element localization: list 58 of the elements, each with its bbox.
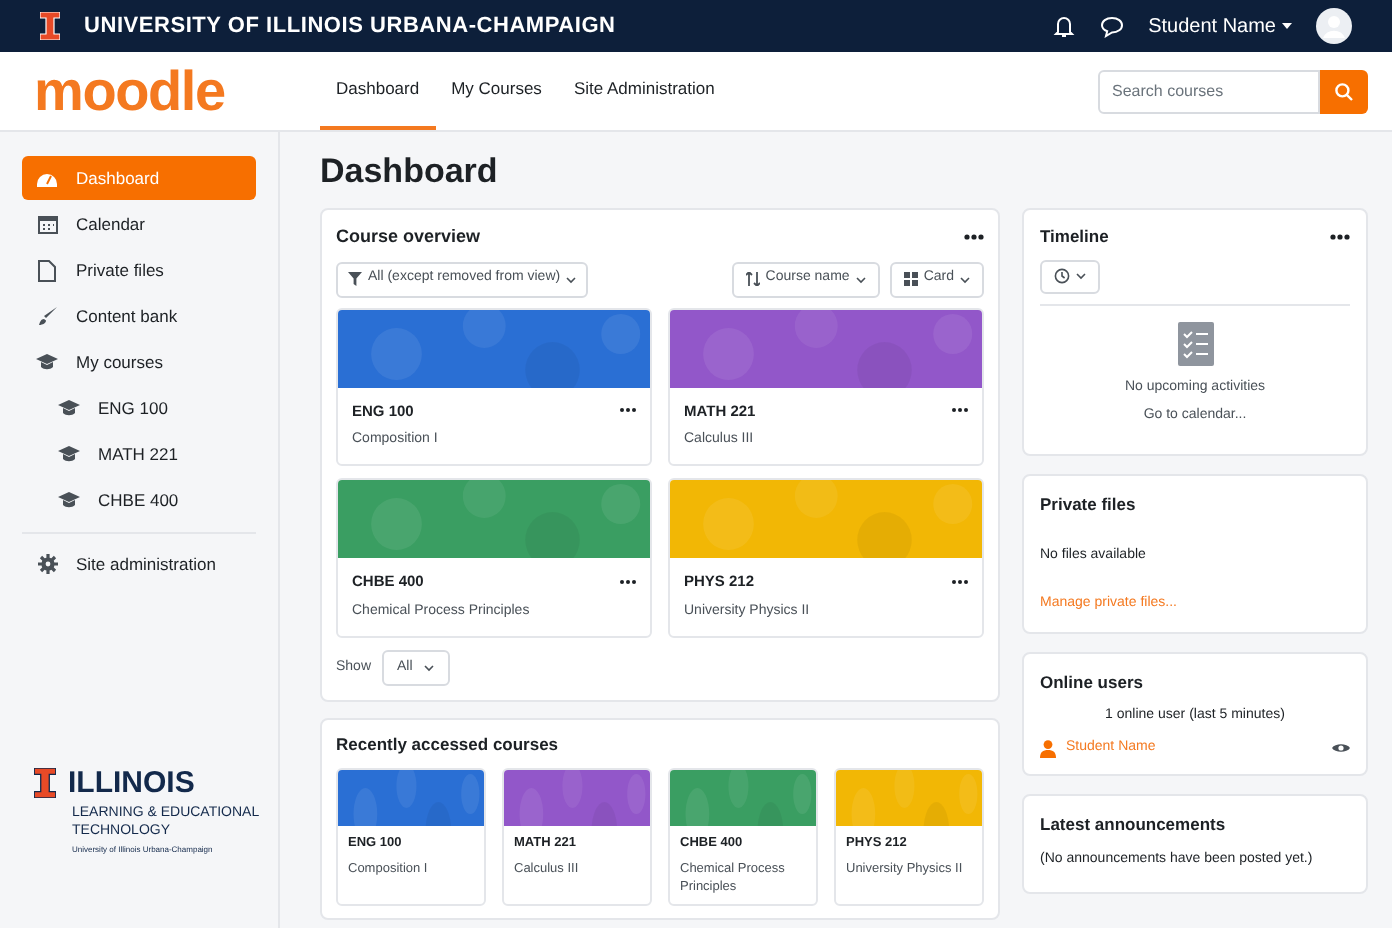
graduation-cap-icon	[36, 354, 58, 370]
filter-icon	[348, 272, 362, 286]
more-icon[interactable]	[952, 408, 968, 413]
block-title: Online users	[1040, 669, 1145, 695]
caret-icon	[855, 275, 866, 283]
sidebar-item[interactable]: Content bank	[22, 294, 256, 338]
graduation-cap-icon	[58, 492, 80, 508]
settings-icon	[37, 554, 57, 574]
more-icon[interactable]	[1330, 233, 1350, 240]
caret-icon	[960, 275, 970, 283]
file-icon	[38, 259, 56, 281]
checklist-icon	[1177, 321, 1213, 366]
more-icon[interactable]	[620, 408, 636, 413]
sidebar-item[interactable]: MATH 221	[22, 432, 256, 476]
search-field[interactable]: Search courses	[1098, 69, 1320, 113]
bell-icon[interactable]	[1052, 14, 1077, 38]
search-button[interactable]	[1320, 69, 1368, 113]
block-title: Recently accessed courses	[336, 732, 561, 758]
dashboard-icon	[36, 168, 58, 188]
sidebar-item[interactable]: CHBE 400	[22, 478, 256, 522]
block-title: Timeline	[1040, 224, 1109, 250]
more-icon[interactable]	[964, 234, 984, 241]
user-icon	[1040, 739, 1056, 757]
avatar-icon[interactable]	[1316, 8, 1352, 44]
page-title: Dashboard	[320, 150, 500, 194]
block-i-icon	[40, 12, 60, 40]
caret-icon	[424, 664, 435, 672]
sort-icon	[745, 272, 760, 286]
caret-icon	[566, 275, 577, 283]
nav-tab[interactable]: Site Administration	[557, 52, 731, 130]
grid-icon	[903, 272, 918, 286]
user-menu[interactable]: Student Name	[1148, 11, 1292, 41]
sidebar-item[interactable]: My courses	[22, 340, 256, 384]
nav-tab[interactable]: Dashboard	[320, 52, 436, 130]
brand-name: ILLINOIS	[68, 768, 195, 798]
calendar-icon	[37, 214, 57, 234]
sidebar-item[interactable]: ENG 100	[22, 386, 256, 430]
clock-icon	[1054, 268, 1070, 285]
sidebar-item[interactable]: Calendar	[22, 202, 256, 246]
sidebar-item[interactable]: Private files	[22, 248, 256, 292]
block-title: Latest announcements	[1040, 812, 1228, 838]
caret-icon	[1282, 22, 1292, 30]
block-i-icon	[34, 768, 56, 798]
university-name: UNIVERSITY OF ILLINOIS URBANA-CHAMPAIGN	[84, 11, 616, 42]
more-icon[interactable]	[952, 579, 968, 584]
more-icon[interactable]	[620, 579, 636, 584]
brush-icon	[37, 306, 57, 326]
graduation-cap-icon	[58, 400, 80, 416]
block-title: Course overview	[336, 224, 481, 250]
eye-icon[interactable]	[1332, 742, 1350, 754]
caret-icon	[1076, 272, 1086, 281]
graduation-cap-icon	[58, 446, 80, 462]
search-icon	[1334, 81, 1354, 101]
sidebar-item[interactable]: Site administration	[22, 542, 256, 586]
chat-icon[interactable]	[1100, 14, 1125, 38]
block-title: Private files	[1040, 491, 1138, 517]
timeline-filter-dropdown[interactable]	[1040, 259, 1100, 294]
nav-tab[interactable]: My Courses	[435, 52, 558, 130]
